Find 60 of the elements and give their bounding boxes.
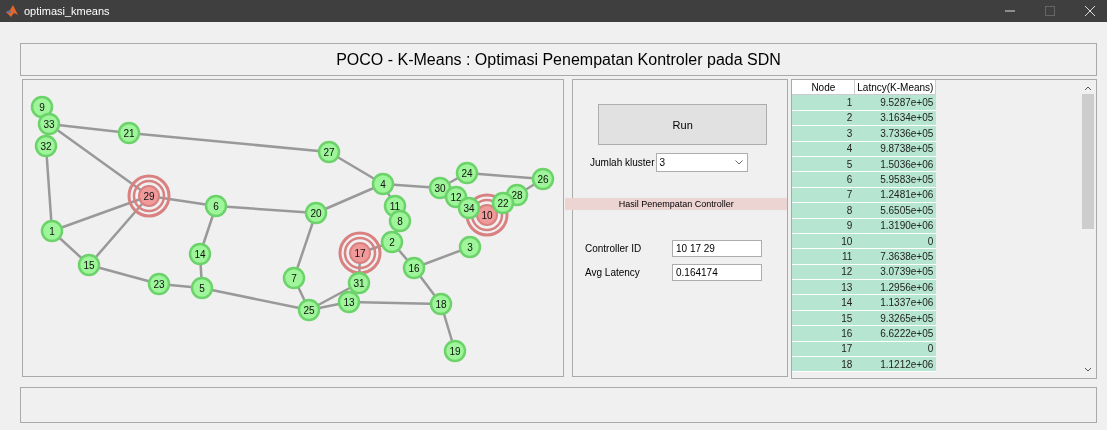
table-cell: 6.6222e+05 — [855, 326, 937, 342]
graph-node: 33 — [37, 112, 61, 136]
graph-node: 21 — [117, 121, 141, 145]
graph-node: 6 — [204, 194, 228, 218]
table-cell: 14 — [792, 295, 856, 311]
cluster-label: Jumlah kluster — [590, 157, 655, 168]
table-cell: 5.6505e+05 — [855, 203, 937, 219]
field-label: Avg Latency — [585, 266, 641, 278]
cluster-dropdown[interactable]: 3 — [656, 153, 749, 172]
graph-node: 15 — [77, 253, 101, 277]
result-heading: Hasil Penempatan Controller — [565, 198, 788, 210]
graph-node: 18 — [429, 292, 453, 316]
graph-node: 23 — [147, 272, 171, 296]
table-cell: 3 — [792, 126, 856, 142]
table-cell: 1 — [792, 95, 856, 111]
graph-node: 8 — [388, 209, 412, 233]
graph-node: 32 — [34, 134, 58, 158]
graph-node: 25 — [297, 298, 321, 322]
graph-node: 13 — [337, 290, 361, 314]
close-icon[interactable] — [1085, 6, 1095, 16]
field-label: Controller ID — [585, 242, 643, 254]
graph-node: 20 — [304, 201, 328, 225]
graph-node: 7 — [282, 266, 306, 290]
output-field[interactable]: 0.164174 — [672, 263, 762, 281]
graph-node: 26 — [531, 167, 555, 191]
graph-node: 24 — [455, 161, 479, 185]
graph-node: 5 — [190, 276, 214, 300]
window-title: optimasi_kmeans — [24, 5, 111, 17]
graph-node: 3 — [458, 235, 482, 259]
app-logo-icon — [6, 5, 18, 17]
table-cell: 1.1212e+06 — [855, 357, 937, 373]
graph-node: 1 — [40, 219, 64, 243]
controller-node: 29 — [127, 174, 171, 218]
output-field[interactable]: 10 17 29 — [672, 239, 762, 257]
app-heading: POCO - K-Means : Optimasi Penempatan Kontroler pada SDN — [336, 50, 781, 69]
graph-node: 14 — [188, 242, 212, 266]
table-cell: 6 — [792, 172, 856, 188]
graph-node: 16 — [402, 256, 426, 280]
table-cell: 3.7336e+05 — [855, 126, 937, 142]
column-header: Latncy(K-Means) — [855, 80, 937, 95]
graph-node: 27 — [317, 140, 341, 164]
graph-node: 31 — [347, 271, 371, 295]
run-button[interactable]: Run — [598, 104, 768, 145]
column-header: Node — [792, 80, 856, 95]
table-cell: 7.3638e+05 — [855, 249, 937, 265]
scrollbar-thumb[interactable] — [1082, 94, 1094, 229]
chevron-down-icon — [735, 160, 744, 165]
table-cell: 16 — [792, 326, 856, 342]
table-cell: 13 — [792, 280, 856, 296]
graph-node: 4 — [371, 172, 395, 196]
graph-node: 2 — [380, 230, 404, 254]
graph-node: 19 — [443, 339, 467, 363]
table-cell: 1.1337e+06 — [855, 295, 937, 311]
table-cell: 18 — [792, 357, 856, 373]
controller-node: 17 — [338, 231, 382, 275]
table-cell: 5.9583e+05 — [855, 172, 937, 188]
table-cell: 1.2956e+06 — [855, 280, 937, 296]
table-cell: 11 — [792, 249, 856, 265]
table-cell: 9.5287e+05 — [855, 95, 937, 111]
table-cell: 8 — [792, 203, 856, 219]
